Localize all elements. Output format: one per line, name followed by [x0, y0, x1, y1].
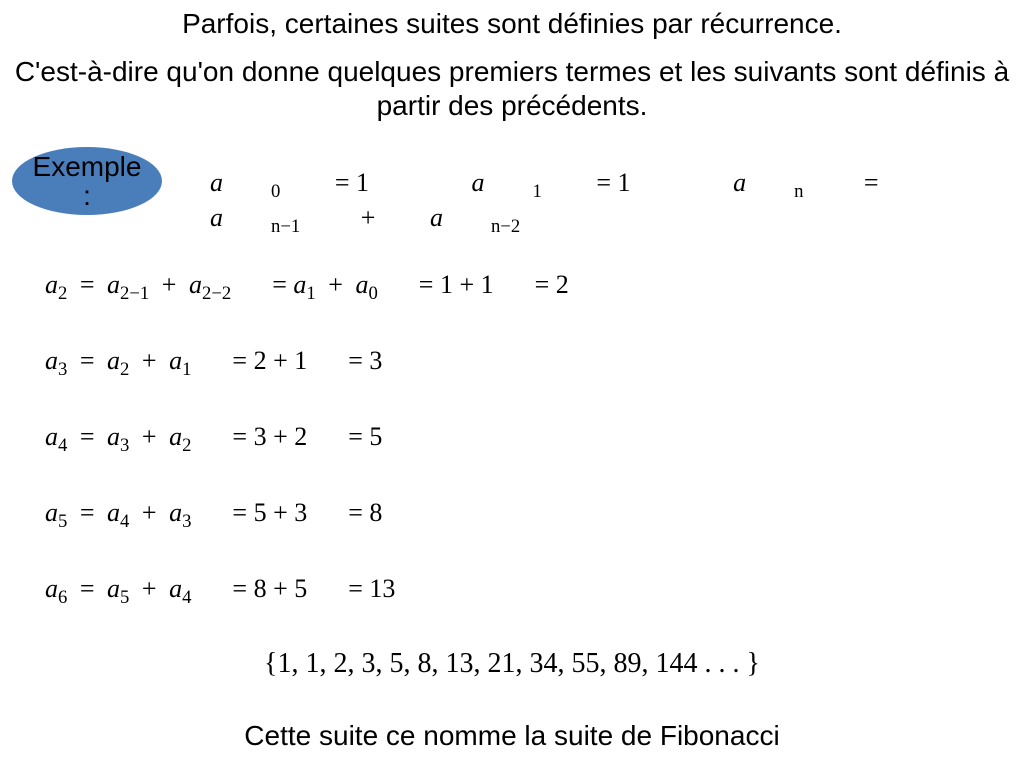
result: = 5	[348, 422, 382, 451]
sym-a: a	[472, 168, 485, 197]
sub: 4	[120, 511, 129, 532]
eq: =	[80, 346, 95, 375]
sub: 2−2	[202, 283, 231, 304]
sym-a: a	[210, 203, 223, 232]
computation-a2: a2 = a2−1 + a2−2 = a1 + a0 = 1 + 1 = 2	[45, 270, 569, 305]
eq: =	[80, 574, 95, 603]
sub: 3	[120, 435, 129, 456]
heading-line-2: C'est-à-dire qu'on donne quelques premie…	[0, 55, 1024, 122]
heading-line-1: Parfois, certaines suites sont définies …	[0, 8, 1024, 40]
sym: a	[293, 270, 306, 299]
eq: =	[80, 498, 95, 527]
sub: 2−1	[120, 283, 149, 304]
sub: 5	[58, 511, 67, 532]
numeric: = 1 + 1	[419, 270, 494, 299]
example-label-bottom: :	[83, 181, 91, 210]
eq: =	[80, 422, 95, 451]
val-a0: = 1	[335, 168, 369, 197]
plus: +	[328, 270, 343, 299]
sym: a	[169, 574, 182, 603]
result: = 3	[348, 346, 382, 375]
computation-a5: a5 = a4 + a3 = 5 + 3 = 8	[45, 498, 382, 533]
sub: 2	[120, 359, 129, 380]
plus: +	[162, 270, 177, 299]
computation-a4: a4 = a3 + a2 = 3 + 2 = 5	[45, 422, 382, 457]
sub: 6	[58, 587, 67, 608]
example-badge: Exemple :	[12, 147, 162, 215]
sub: 2	[58, 283, 67, 304]
sub: 1	[306, 283, 315, 304]
sym: a	[45, 346, 58, 375]
eq: =	[80, 270, 95, 299]
sym: a	[107, 498, 120, 527]
sym: a	[189, 270, 202, 299]
sym: a	[107, 422, 120, 451]
sym: a	[355, 270, 368, 299]
result: = 8	[348, 498, 382, 527]
sym: a	[169, 498, 182, 527]
sym-a: a	[430, 203, 443, 232]
computation-a3: a3 = a2 + a1 = 2 + 1 = 3	[45, 346, 382, 381]
sub-0: 0	[271, 181, 280, 202]
numeric: = 3 + 2	[232, 422, 307, 451]
sub: 1	[182, 359, 191, 380]
recurrence-definition: a 0 = 1 a 1 = 1 a n = a n−1 + a n−2	[210, 168, 1024, 238]
sym: a	[45, 574, 58, 603]
sym: a	[45, 270, 58, 299]
numeric: = 5 + 3	[232, 498, 307, 527]
sym: a	[107, 574, 120, 603]
result: = 13	[348, 574, 395, 603]
sub: 2	[182, 435, 191, 456]
numeric: = 2 + 1	[232, 346, 307, 375]
plus-sign: +	[361, 203, 376, 232]
sub-n: n	[794, 181, 803, 202]
sub: 4	[58, 435, 67, 456]
sub-n-2: n−2	[491, 216, 520, 237]
fibonacci-sequence: {1, 1, 2, 3, 5, 8, 13, 21, 34, 55, 89, 1…	[0, 648, 1024, 680]
sub-n-1: n−1	[271, 216, 300, 237]
eq: =	[272, 270, 287, 299]
sub: 0	[368, 283, 377, 304]
example-label-top: Exemple	[33, 152, 142, 181]
result: = 2	[535, 270, 569, 299]
val-a1: = 1	[596, 168, 630, 197]
numeric: = 8 + 5	[232, 574, 307, 603]
sub: 4	[182, 587, 191, 608]
sym: a	[169, 346, 182, 375]
sub: 3	[58, 359, 67, 380]
sym-a: a	[733, 168, 746, 197]
footer-text: Cette suite ce nomme la suite de Fibonac…	[0, 720, 1024, 752]
eq-sign: =	[864, 168, 879, 197]
sym: a	[107, 346, 120, 375]
plus: +	[142, 498, 157, 527]
computation-a6: a6 = a5 + a4 = 8 + 5 = 13	[45, 574, 395, 609]
plus: +	[142, 574, 157, 603]
sym: a	[107, 270, 120, 299]
sym-a: a	[210, 168, 223, 197]
plus: +	[142, 346, 157, 375]
sym: a	[45, 498, 58, 527]
sub-1: 1	[533, 181, 542, 202]
plus: +	[142, 422, 157, 451]
sub: 5	[120, 587, 129, 608]
sym: a	[45, 422, 58, 451]
sym: a	[169, 422, 182, 451]
sub: 3	[182, 511, 191, 532]
